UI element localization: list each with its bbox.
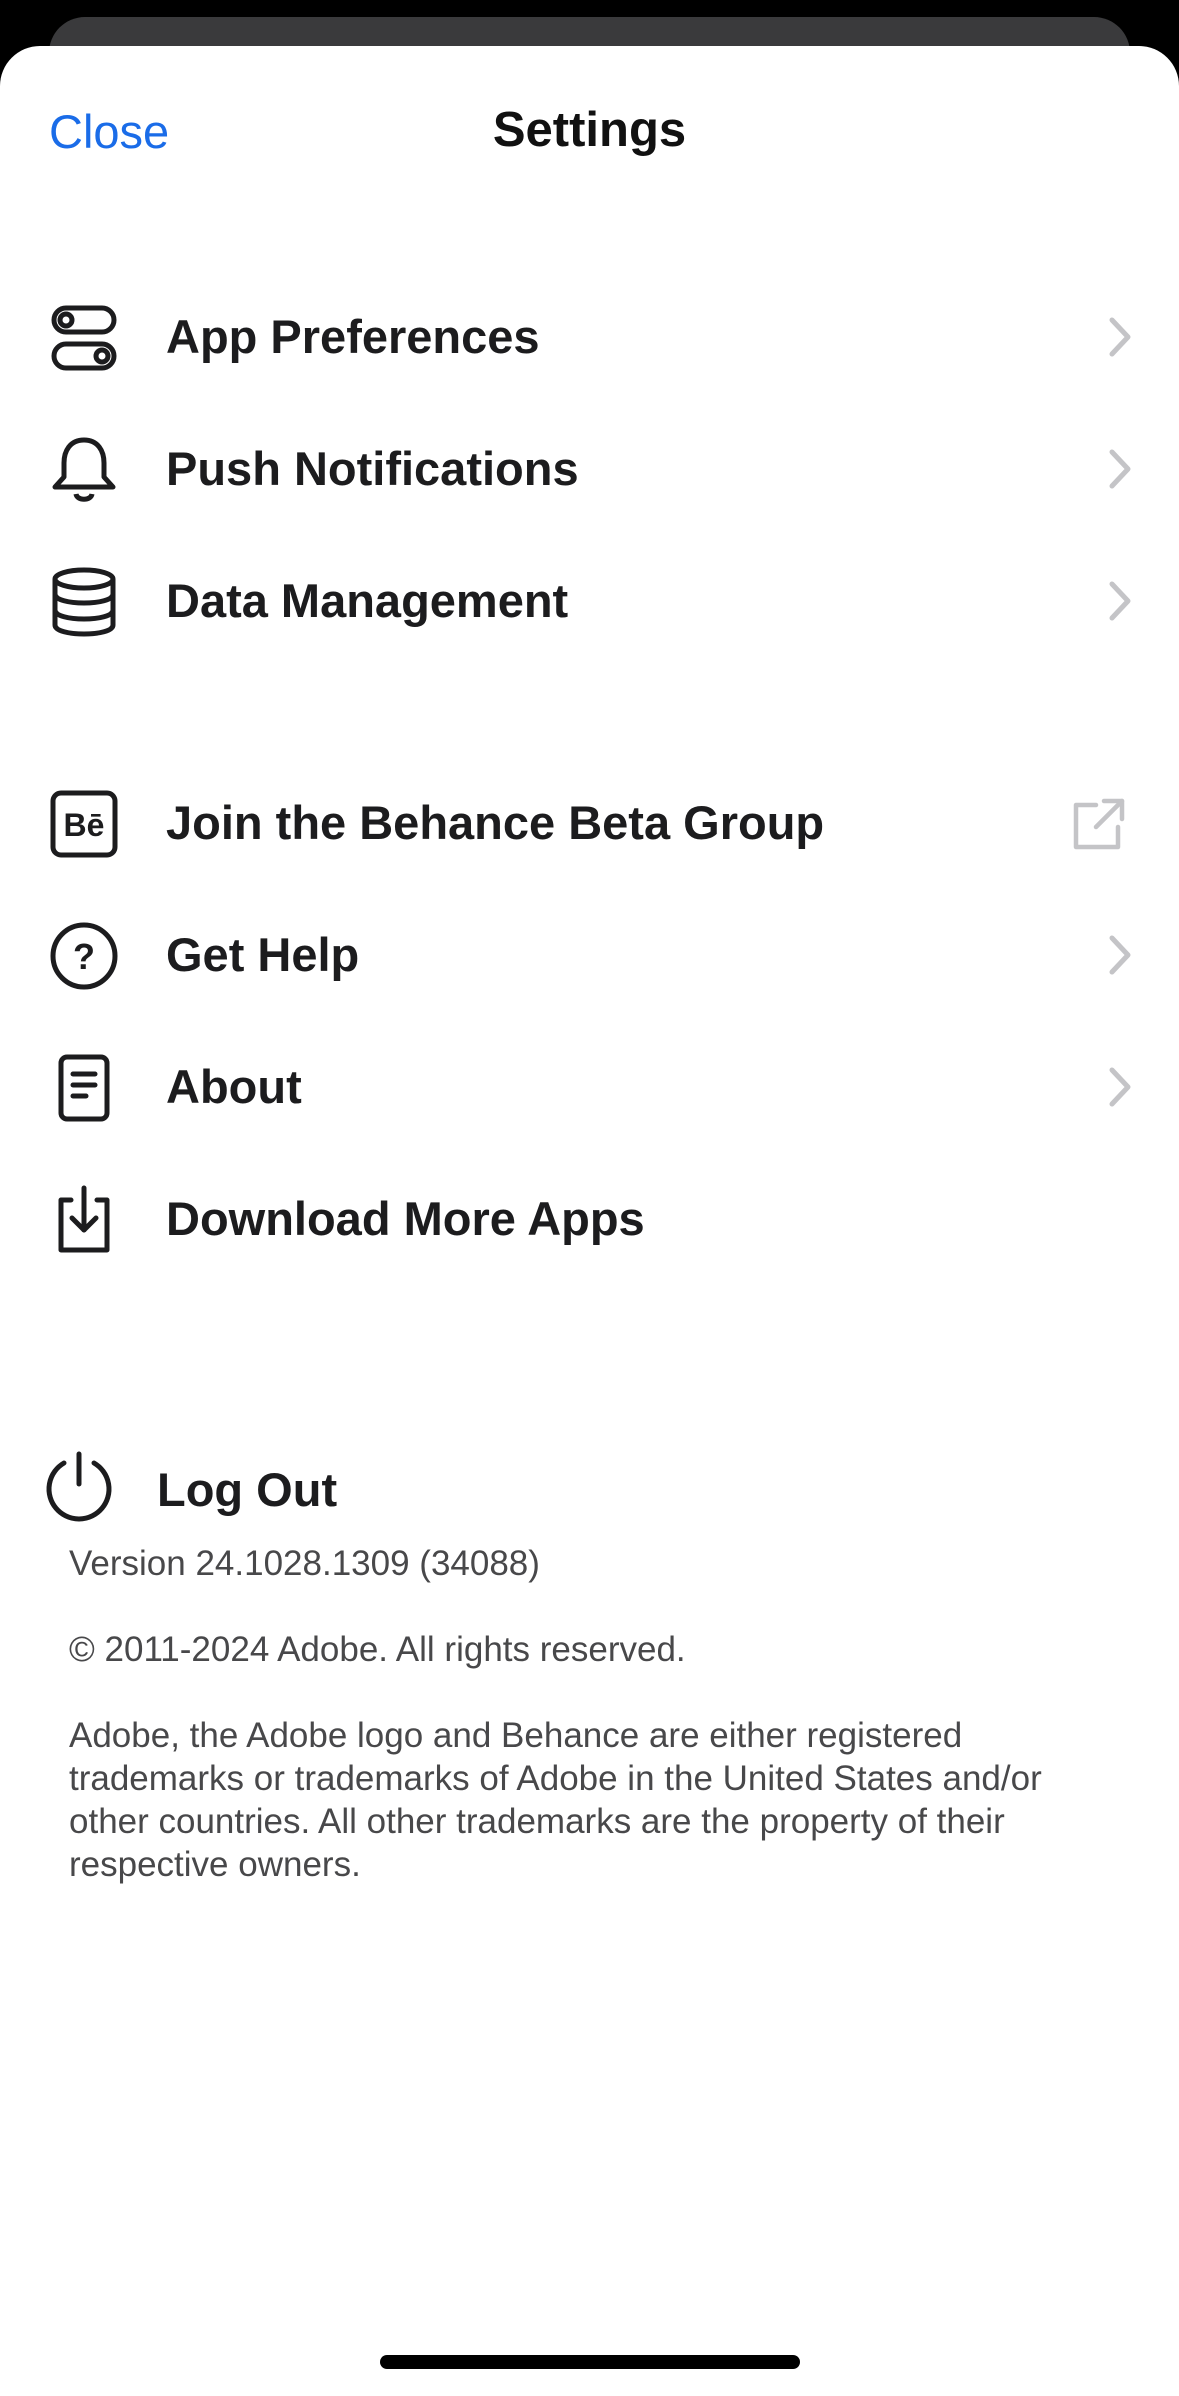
menu-item-label: Get Help [166,928,360,981]
menu-item-label: Join the Behance Beta Group [166,796,825,849]
chevron-right-icon [1100,1062,1140,1112]
menu-item-about[interactable]: About [0,1017,1179,1147]
menu-item-label: Download More Apps [166,1192,645,1245]
bell-icon [44,430,124,510]
menu-item-app-preferences[interactable]: App Preferences [0,267,1179,397]
version-text: Version 24.1028.1309 (34088) [69,1544,540,1583]
question-circle-icon: ? [44,916,124,996]
menu-item-label: Push Notifications [166,442,579,495]
download-icon [44,1180,124,1260]
chevron-right-icon [1100,576,1140,626]
menu-item-data-management[interactable]: Data Management [0,531,1179,661]
power-icon [40,1448,118,1526]
chevron-right-icon [1100,312,1140,362]
behance-badge-text: Bē [64,807,105,843]
menu-item-label: About [166,1060,302,1113]
menu-item-join-beta[interactable]: Bē Join the Behance Beta Group [0,753,1179,883]
logout-label: Log Out [157,1463,338,1516]
chevron-right-icon [1100,444,1140,494]
question-mark-text: ? [73,936,95,977]
menu-item-label: App Preferences [166,310,540,363]
document-icon [44,1048,124,1128]
menu-item-download-more-apps[interactable]: Download More Apps [0,1149,1179,1279]
nav-bar: Close Settings [0,46,1179,216]
chevron-right-icon [1100,930,1140,980]
copyright-text: © 2011-2024 Adobe. All rights reserved. [69,1630,686,1669]
logout-button[interactable]: Log Out [0,1412,1179,1552]
page-title: Settings [492,103,687,157]
behance-icon: Bē [44,784,124,864]
settings-sheet: Close Settings App Preferences Push Noti… [0,46,1179,2396]
menu-item-get-help[interactable]: ? Get Help [0,885,1179,1015]
toggles-icon [44,298,124,378]
trademark-text: Adobe, the Adobe logo and Behance are ei… [69,1716,1042,1884]
menu-item-label: Data Management [166,574,569,627]
database-icon [44,562,124,642]
menu-item-push-notifications[interactable]: Push Notifications [0,399,1179,529]
home-indicator[interactable] [380,2355,800,2369]
external-link-icon [1068,793,1130,855]
